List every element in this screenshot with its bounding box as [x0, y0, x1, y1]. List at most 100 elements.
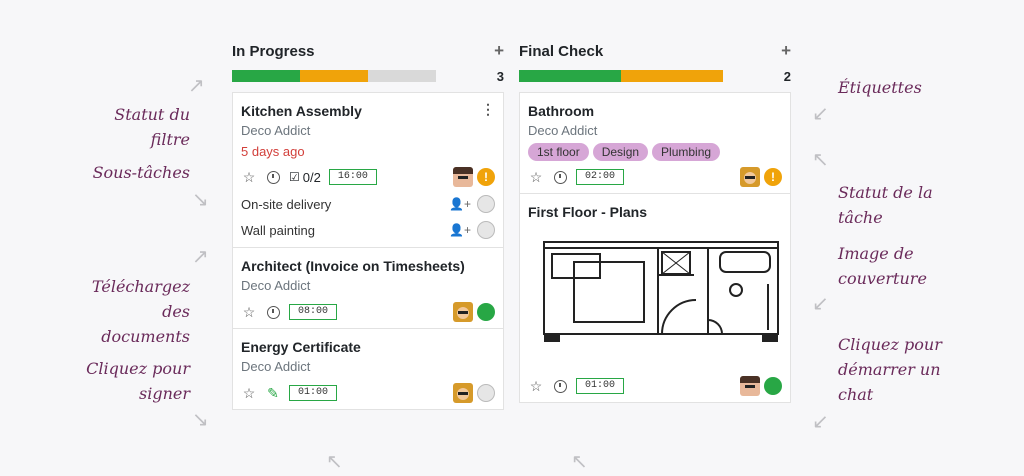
progress-segment-green[interactable] [519, 70, 621, 82]
annotation-task-status: Statut de la tâche [838, 180, 933, 230]
star-icon[interactable]: ☆ [241, 169, 257, 185]
status-indicator[interactable]: ! [764, 168, 782, 186]
status-indicator[interactable] [477, 303, 495, 321]
progress-bar[interactable] [232, 70, 436, 82]
status-indicator[interactable] [477, 384, 495, 402]
time-allocated: 02:00 [576, 169, 625, 185]
subtask-list: On-site delivery 👤+ Wall painting 👤+ [241, 191, 495, 247]
annotation-line: Image de [838, 244, 914, 263]
checkbox-icon: ☑ [289, 170, 300, 184]
annotation-filter-status: Statut du filtre [114, 105, 190, 149]
status-indicator[interactable] [764, 377, 782, 395]
person-plus-icon[interactable]: 👤+ [449, 223, 471, 237]
annotation-line: couverture [838, 269, 927, 288]
status-indicator[interactable] [477, 221, 495, 239]
annotation-line: Cliquez pour [86, 359, 190, 378]
annotation-line: Statut de la [838, 183, 933, 202]
arrow-down-right-icon: ↘ [192, 409, 209, 431]
card-customer: Deco Addict [241, 359, 311, 374]
column-count: 3 [496, 68, 504, 84]
card-customer: Deco Addict [241, 123, 311, 138]
annotation-cover-image: Image de couverture [838, 241, 927, 291]
subtask-label: Wall painting [241, 222, 315, 238]
arrow-up-right-icon: ↗ [188, 75, 205, 97]
arrow-down-right-icon: ↘ [192, 189, 209, 211]
star-icon[interactable]: ☆ [241, 304, 257, 320]
arrow-up-right-icon: ↗ [192, 246, 209, 268]
card-footer: ☆ 01:00 [528, 370, 782, 402]
time-allocated: 16:00 [328, 169, 377, 185]
card-title: Energy Certificate [241, 339, 361, 355]
annotation-line: tâche [838, 208, 883, 227]
card-footer: ☆ 08:00 [241, 296, 495, 328]
tag[interactable]: Design [592, 143, 649, 161]
subtask-item[interactable]: On-site delivery 👤+ [241, 191, 495, 217]
arrow-down-left-icon: ↙ [812, 293, 829, 315]
annotation-tags: Étiquettes [838, 78, 922, 97]
progress-bar[interactable] [519, 70, 723, 82]
cover-image[interactable] [532, 230, 788, 365]
subtask-item[interactable]: Wall painting 👤+ [241, 217, 495, 243]
annotation-subtasks: Sous-tâches [92, 163, 190, 182]
card-customer: Deco Addict [528, 123, 598, 138]
tag-list: 1st floor Design Plumbing [528, 143, 782, 161]
pen-icon[interactable]: ✎ [265, 385, 281, 401]
tag[interactable]: 1st floor [528, 143, 589, 161]
card-list: Kitchen Assembly ⋮ Deco Addict 5 days ag… [232, 92, 504, 410]
avatar[interactable] [453, 302, 473, 322]
card-deadline: 5 days ago [241, 144, 305, 159]
star-icon[interactable]: ☆ [528, 169, 544, 185]
tag[interactable]: Plumbing [652, 143, 721, 161]
progress-segment-orange[interactable] [621, 70, 723, 82]
column-header: Final Check + [519, 40, 791, 62]
avatar[interactable] [740, 376, 760, 396]
annotation-upload-docs: Téléchargez des documents [60, 274, 190, 349]
status-indicator[interactable]: ! [477, 168, 495, 186]
kanban-card[interactable]: Energy Certificate Deco Addict ☆ ✎ 01:00 [233, 329, 503, 409]
kanban-card[interactable]: First Floor - Plans ☆ 01:00 [520, 194, 790, 402]
annotation-line: chat [838, 385, 874, 404]
card-title: Bathroom [528, 103, 595, 119]
progress-segment-orange[interactable] [300, 70, 368, 82]
column-title[interactable]: Final Check [519, 43, 603, 60]
card-customer: Deco Addict [241, 278, 311, 293]
annotation-start-chat: Cliquez pour démarrer un chat [838, 332, 942, 407]
star-icon[interactable]: ☆ [528, 378, 544, 394]
subtask-counter[interactable]: ☑ 0/2 [289, 170, 321, 185]
kanban-card[interactable]: Kitchen Assembly ⋮ Deco Addict 5 days ag… [233, 93, 503, 248]
status-indicator[interactable] [477, 195, 495, 213]
annotation-line: documents [101, 327, 190, 346]
arrow-up-left-icon: ↖ [326, 451, 343, 473]
clock-icon[interactable] [552, 378, 568, 394]
avatar[interactable] [453, 167, 473, 187]
card-list: Bathroom Deco Addict 1st floor Design Pl… [519, 92, 791, 403]
clock-icon[interactable] [265, 169, 281, 185]
clock-icon[interactable] [265, 304, 281, 320]
kanban-card[interactable]: Bathroom Deco Addict 1st floor Design Pl… [520, 93, 790, 194]
kanban-card[interactable]: Architect (Invoice on Timesheets) Deco A… [233, 248, 503, 329]
person-plus-icon[interactable]: 👤+ [449, 197, 471, 211]
kanban-column-final-check: Final Check + 2 Bathroom Deco Addict 1st… [519, 40, 791, 403]
arrow-up-left-icon: ↖ [571, 451, 588, 473]
annotation-line: signer [139, 384, 190, 403]
card-title: First Floor - Plans [528, 204, 648, 220]
arrow-down-left-icon: ↙ [812, 411, 829, 433]
avatar[interactable] [453, 383, 473, 403]
add-task-button[interactable]: + [494, 41, 504, 61]
clock-icon[interactable] [552, 169, 568, 185]
add-task-button[interactable]: + [781, 41, 791, 61]
annotation-line: Cliquez pour [838, 335, 942, 354]
progress-segment-grey[interactable] [368, 70, 436, 82]
annotation-click-sign: Cliquez pour signer [70, 356, 190, 406]
arrow-down-left-icon: ↙ [812, 103, 829, 125]
annotation-line: Téléchargez des [91, 277, 190, 321]
time-allocated: 01:00 [289, 385, 338, 401]
card-footer: ☆ ✎ 01:00 [241, 377, 495, 409]
kanban-column-in-progress: In Progress + 3 Kitchen Assembly ⋮ Deco … [232, 40, 504, 410]
kebab-menu-icon[interactable]: ⋮ [481, 101, 495, 118]
star-icon[interactable]: ☆ [241, 385, 257, 401]
progress-segment-green[interactable] [232, 70, 300, 82]
column-title[interactable]: In Progress [232, 43, 315, 60]
avatar[interactable] [740, 167, 760, 187]
column-progress: 3 [232, 68, 504, 84]
